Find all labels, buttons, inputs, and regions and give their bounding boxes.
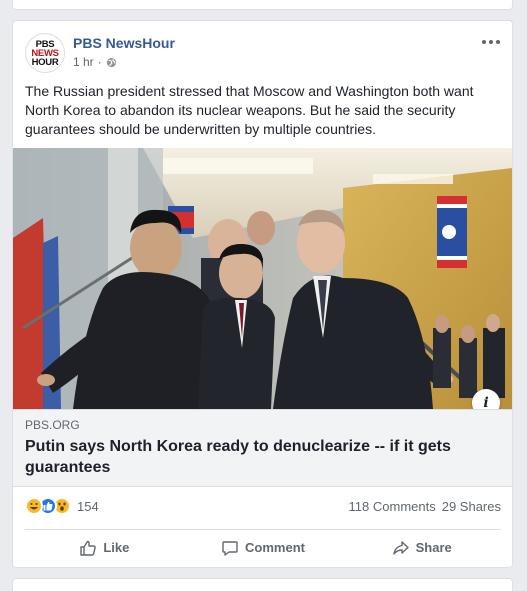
link-headline[interactable]: Putin says North Korea ready to denuclea… (25, 436, 495, 478)
post-meta: 1 hr · (73, 55, 117, 69)
post-message: The Russian president stressed that Mosc… (25, 83, 474, 137)
comments-count-link[interactable]: 118 Comments (349, 499, 436, 514)
like-label: Like (103, 540, 130, 555)
comment-label: Comment (245, 540, 305, 555)
more-options-icon[interactable] (481, 35, 501, 49)
info-icon[interactable]: i (472, 389, 500, 409)
comment-button[interactable]: Comment (184, 530, 343, 565)
reaction-count: 154 (77, 498, 99, 514)
post-header: PBS NEWS HOUR PBS NewsHour 1 hr · (25, 33, 501, 75)
share-button[interactable]: Share (342, 530, 501, 565)
previous-post-card (12, 0, 513, 10)
next-post-card (12, 578, 513, 591)
comment-share-counts: 118 Comments 29 Shares (349, 499, 501, 514)
page-name-link[interactable]: PBS NewsHour (73, 35, 175, 51)
link-caption[interactable]: PBS.ORG Putin says North Korea ready to … (13, 409, 512, 487)
page-avatar[interactable]: PBS NEWS HOUR (25, 33, 65, 73)
leaders-on-staircase-photo[interactable]: i (13, 148, 512, 409)
reactions-summary[interactable]: 154 (25, 497, 99, 515)
like-button[interactable]: Like (25, 530, 184, 565)
thumbs-up-icon (80, 540, 97, 556)
share-arrow-icon (392, 540, 409, 555)
post-actions: Like Comment Share (25, 529, 501, 565)
link-preview[interactable]: i PBS.ORG Putin says North Korea ready t… (13, 148, 512, 487)
share-label: Share (415, 540, 452, 555)
meta-separator: · (97, 55, 102, 69)
shares-count-link[interactable]: 29 Shares (442, 499, 501, 514)
post-timestamp[interactable]: 1 hr (73, 55, 94, 69)
link-domain: PBS.ORG (25, 418, 80, 432)
globe-icon[interactable] (106, 57, 117, 68)
comment-bubble-icon (222, 540, 238, 556)
engagement-bar: 154 118 Comments 29 Shares (25, 495, 501, 519)
avatar-text-line: HOUR (31, 56, 59, 68)
feed-post: PBS NEWS HOUR PBS NewsHour 1 hr · The Ru… (12, 20, 513, 568)
haha-icon (25, 497, 43, 515)
